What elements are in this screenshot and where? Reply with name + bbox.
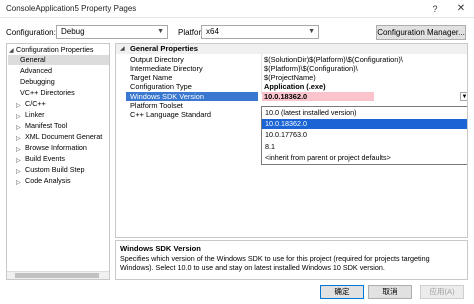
collapsed-triangle-icon[interactable]: ▷: [16, 102, 21, 109]
dropdown-option[interactable]: 8.1: [262, 142, 467, 152]
dropdown-option[interactable]: 10.0.17763.0: [262, 130, 467, 140]
title-bar: ConsoleApplication5 Property Pages ? ✕: [0, 0, 474, 18]
configuration-select[interactable]: Debug ▼: [56, 25, 168, 39]
collapsed-triangle-icon[interactable]: ▷: [16, 157, 21, 164]
expand-triangle-icon[interactable]: ◢: [9, 47, 14, 54]
tree-item-browse-information[interactable]: Browse Information: [25, 143, 87, 153]
collapsed-triangle-icon[interactable]: ▷: [16, 124, 21, 131]
tree-item-general[interactable]: General: [8, 55, 109, 65]
tree-item-c-cpp[interactable]: C/C++: [25, 99, 46, 109]
sdk-version-dropdown[interactable]: 10.0 (latest installed version) 10.0.183…: [261, 106, 467, 165]
property-name: Windows SDK Version: [126, 92, 258, 101]
tree-item-xml-document-generator[interactable]: XML Document Generat: [25, 132, 102, 142]
property-row-windows-sdk-version[interactable]: Windows SDK Version 10.0.18362.0 ▼: [116, 92, 467, 101]
description-pane: Windows SDK Version Specifies which vers…: [115, 240, 468, 280]
expand-triangle-icon[interactable]: ◢: [120, 44, 125, 54]
dropdown-option-selected[interactable]: 10.0.18362.0: [262, 119, 467, 129]
description-title: Windows SDK Version: [120, 244, 201, 253]
tree-item-advanced[interactable]: Advanced: [20, 66, 52, 76]
scrollbar-thumb[interactable]: [15, 273, 99, 278]
property-name: Target Name: [130, 73, 173, 82]
close-icon[interactable]: ✕: [450, 0, 472, 18]
tree-item-custom-build-step[interactable]: Custom Build Step: [25, 165, 85, 175]
property-row-configuration-type[interactable]: Configuration Type Application (.exe): [116, 82, 467, 91]
property-name: Platform Toolset: [130, 101, 183, 110]
window-title: ConsoleApplication5 Property Pages: [6, 4, 137, 13]
collapsed-triangle-icon[interactable]: ▷: [16, 179, 21, 186]
configuration-value: Debug: [61, 27, 85, 36]
description-text: Specifies which version of the Windows S…: [120, 254, 430, 272]
tree-item-manifest-tool[interactable]: Manifest Tool: [25, 121, 67, 131]
section-title: General Properties: [130, 44, 198, 53]
section-header-general-properties[interactable]: ◢ General Properties: [116, 44, 467, 54]
property-value: Application (.exe): [264, 82, 326, 91]
tree-item-configuration-properties[interactable]: Configuration Properties: [16, 45, 94, 55]
configuration-label: Configuration:: [6, 28, 56, 37]
collapsed-triangle-icon[interactable]: ▷: [16, 146, 21, 153]
tree-item-build-events[interactable]: Build Events: [25, 154, 65, 164]
help-button[interactable]: ?: [424, 0, 446, 18]
tree-item-linker[interactable]: Linker: [25, 110, 45, 120]
dropdown-option[interactable]: 10.0 (latest installed version): [262, 108, 467, 118]
ok-button[interactable]: 确定: [320, 285, 364, 299]
collapsed-triangle-icon[interactable]: ▷: [16, 168, 21, 175]
property-value: $(Platform)\$(Configuration)\: [264, 64, 358, 73]
tree-item-code-analysis[interactable]: Code Analysis: [25, 176, 71, 186]
horizontal-scrollbar[interactable]: [7, 271, 109, 279]
property-grid[interactable]: ◢ General Properties Output Directory $(…: [115, 43, 468, 238]
property-name: C++ Language Standard: [130, 110, 211, 119]
property-value: $(SolutionDir)$(Platform)\$(Configuratio…: [264, 55, 403, 64]
property-name: Intermediate Directory: [130, 64, 203, 73]
platform-value: x64: [206, 27, 219, 36]
collapsed-triangle-icon[interactable]: ▷: [16, 113, 21, 120]
property-value: $(ProjectName): [264, 73, 316, 82]
platform-select[interactable]: x64 ▼: [201, 25, 319, 39]
cancel-button[interactable]: 取消: [368, 285, 412, 299]
property-row-intermediate-directory[interactable]: Intermediate Directory $(Platform)\$(Con…: [116, 64, 467, 73]
chevron-down-icon: ▼: [157, 28, 164, 35]
apply-button[interactable]: 应用(A): [420, 285, 464, 299]
property-row-output-directory[interactable]: Output Directory $(SolutionDir)$(Platfor…: [116, 55, 467, 64]
chevron-down-icon[interactable]: ▼: [460, 92, 467, 101]
tree-item-debugging[interactable]: Debugging: [20, 77, 55, 87]
dropdown-option[interactable]: <inherit from parent or project defaults…: [262, 153, 467, 163]
property-tree[interactable]: ◢ Configuration Properties General Advan…: [6, 43, 110, 280]
property-name: Output Directory: [130, 55, 184, 64]
configuration-manager-button[interactable]: Configuration Manager...: [376, 25, 466, 40]
collapsed-triangle-icon[interactable]: ▷: [16, 135, 21, 142]
sdk-version-combo[interactable]: 10.0.18362.0: [262, 92, 374, 101]
configuration-toolbar: Configuration: Debug ▼ Platform: x64 ▼ C…: [0, 18, 474, 42]
tree-item-vc-directories[interactable]: VC++ Directories: [20, 88, 75, 98]
property-row-target-name[interactable]: Target Name $(ProjectName): [116, 73, 467, 82]
property-name: Configuration Type: [130, 82, 192, 91]
chevron-down-icon: ▼: [308, 28, 315, 35]
